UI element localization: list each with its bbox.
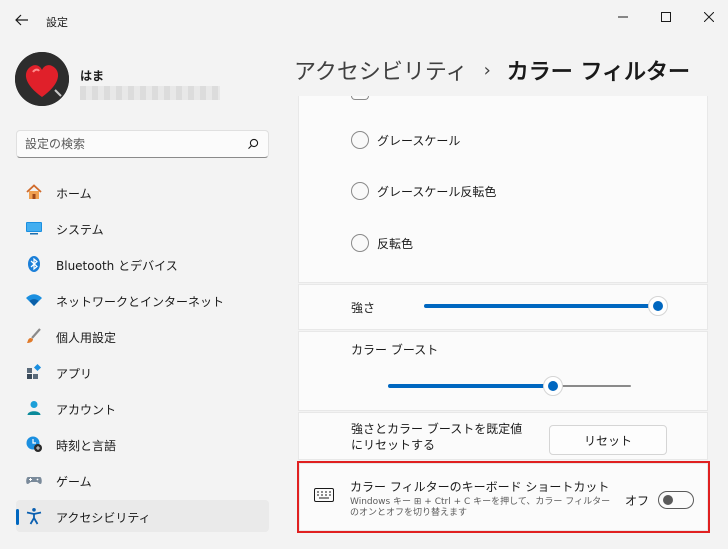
brush-icon	[25, 327, 43, 345]
sidebar: はま ホーム	[0, 40, 288, 549]
reset-row: 強さとカラー ブーストを既定値にリセットする リセット	[298, 412, 708, 460]
arrow-left-icon	[15, 14, 28, 26]
sidebar-item-label: アプリ	[56, 367, 93, 381]
title-bar: 設定	[0, 0, 728, 40]
sidebar-item-gaming[interactable]: ゲーム	[16, 464, 269, 496]
filter-option-label: グレースケール反転色	[377, 184, 497, 199]
slider-track-empty	[551, 385, 631, 387]
time-language-icon	[25, 435, 43, 453]
search-box[interactable]	[16, 130, 269, 158]
reset-description: 強さとカラー ブーストを既定値にリセットする	[351, 422, 523, 452]
radio-button[interactable]	[351, 131, 369, 149]
avatar-image	[15, 52, 69, 106]
slider-track-filled	[424, 304, 654, 308]
slider-track-filled	[388, 384, 551, 388]
sidebar-item-network[interactable]: ネットワークとインターネット	[16, 284, 269, 316]
slider-thumb[interactable]	[648, 296, 668, 316]
sidebar-nav: ホーム システム Bluetooth とデバイス ネットワークとインターネット …	[16, 176, 269, 536]
breadcrumb: アクセシビリティ › カラー フィルター	[294, 52, 690, 88]
sidebar-item-bluetooth[interactable]: Bluetooth とデバイス	[16, 248, 269, 280]
filter-option-grayscale-inverted[interactable]: グレースケール反転色	[351, 180, 496, 202]
intensity-slider[interactable]	[424, 296, 668, 316]
apps-icon	[25, 363, 43, 381]
sidebar-item-label: ゲーム	[56, 475, 92, 489]
sidebar-item-label: 個人用設定	[56, 331, 117, 345]
scrolled-radio-fragment	[351, 96, 369, 100]
breadcrumb-parent[interactable]: アクセシビリティ	[294, 54, 468, 86]
color-boost-slider[interactable]	[388, 376, 632, 396]
sidebar-item-system[interactable]: システム	[16, 212, 269, 244]
close-button[interactable]	[691, 4, 727, 30]
gamepad-icon	[25, 471, 43, 489]
back-button[interactable]	[10, 8, 34, 32]
minimize-button[interactable]	[605, 4, 641, 30]
accessibility-icon	[25, 507, 43, 525]
minimize-icon	[618, 16, 628, 18]
home-icon	[25, 183, 43, 201]
filter-option-grayscale[interactable]: グレースケール	[351, 129, 460, 151]
sidebar-item-label: Bluetooth とデバイス	[56, 259, 178, 273]
color-boost-label: カラー ブースト	[351, 343, 439, 357]
search-input[interactable]	[25, 135, 235, 153]
highlight-annotation	[297, 461, 710, 533]
sidebar-item-label: アクセシビリティ	[56, 511, 151, 525]
user-email-redacted	[80, 86, 220, 100]
filter-options-card: グレースケール グレースケール反転色 反転色	[298, 96, 708, 283]
close-icon	[704, 12, 714, 22]
sidebar-item-apps[interactable]: アプリ	[16, 356, 269, 388]
sidebar-item-label: アカウント	[56, 403, 117, 417]
app-title: 設定	[46, 16, 68, 29]
avatar[interactable]	[15, 52, 69, 106]
sidebar-item-accessibility[interactable]: アクセシビリティ	[16, 500, 269, 532]
bluetooth-icon	[25, 255, 43, 273]
reset-button[interactable]: リセット	[549, 425, 667, 455]
sidebar-item-time-language[interactable]: 時刻と言語	[16, 428, 269, 460]
intensity-row: 強さ	[298, 284, 708, 330]
sidebar-item-personalization[interactable]: 個人用設定	[16, 320, 269, 352]
slider-thumb[interactable]	[543, 376, 563, 396]
radio-button[interactable]	[351, 234, 369, 252]
filter-option-inverted[interactable]: 反転色	[351, 232, 413, 254]
filter-option-label: 反転色	[377, 236, 414, 251]
account-icon	[25, 399, 43, 417]
page-title: カラー フィルター	[506, 60, 691, 85]
wifi-icon	[25, 291, 43, 309]
user-name: はま	[80, 69, 105, 83]
sidebar-item-label: 時刻と言語	[56, 439, 117, 453]
radio-button[interactable]	[351, 182, 369, 200]
filter-option-label: グレースケール	[377, 133, 461, 148]
search-icon[interactable]	[246, 137, 260, 151]
maximize-button[interactable]	[648, 4, 684, 30]
sidebar-item-label: ネットワークとインターネット	[56, 295, 225, 309]
sidebar-item-label: ホーム	[56, 187, 92, 201]
sidebar-item-home[interactable]: ホーム	[16, 176, 269, 208]
sidebar-item-accounts[interactable]: アカウント	[16, 392, 269, 424]
system-icon	[25, 219, 43, 237]
sidebar-item-label: システム	[56, 223, 104, 237]
maximize-icon	[661, 12, 671, 22]
chevron-right-icon: ›	[483, 59, 491, 81]
color-boost-row: カラー ブースト	[298, 331, 708, 411]
intensity-label: 強さ	[351, 301, 376, 315]
active-indicator	[16, 509, 19, 525]
